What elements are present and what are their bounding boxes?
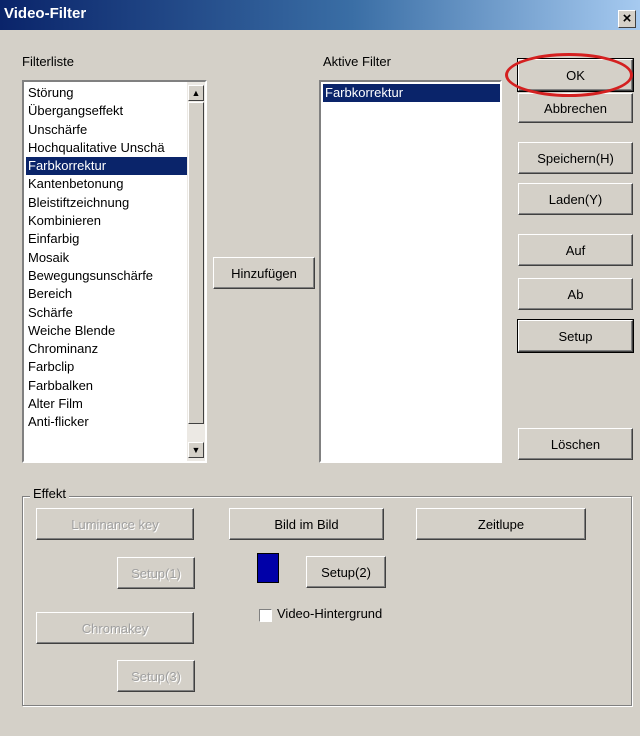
filter-list-item[interactable]: Farbclip [26,358,187,376]
move-up-button[interactable]: Auf [518,234,633,266]
filter-list-item[interactable]: Kombinieren [26,212,187,230]
setup2-button[interactable]: Setup(2) [306,556,386,588]
video-hintergrund-checkbox[interactable] [259,609,272,622]
filter-list-item[interactable]: Bereich [26,285,187,303]
video-hintergrund-label: Video-Hintergrund [277,606,383,621]
title-bar [0,0,640,30]
filter-list-item[interactable]: Störung [26,84,187,102]
scroll-down-icon[interactable]: ▼ [188,442,204,458]
filter-list-item[interactable]: Farbbalken [26,377,187,395]
filter-list-item[interactable]: Farbkorrektur [26,157,187,176]
save-button[interactable]: Speichern(H) [518,142,633,174]
bild-im-bild-button[interactable]: Bild im Bild [229,508,384,540]
filter-list-item[interactable]: Unschärfe [26,121,187,139]
add-filter-button[interactable]: Hinzufügen [213,257,315,289]
close-button[interactable]: × [618,10,636,28]
aktive-filter-label: Aktive Filter [323,54,391,69]
delete-button[interactable]: Löschen [518,428,633,460]
zeitlupe-button[interactable]: Zeitlupe [416,508,586,540]
filter-list-item[interactable]: Weiche Blende [26,322,187,340]
filter-list-item[interactable]: Chrominanz [26,340,187,358]
setup-button[interactable]: Setup [517,319,634,353]
cancel-button[interactable]: Abbrechen [518,93,633,123]
filter-list-scrollbar[interactable]: ▲ ▼ [187,82,205,461]
filter-list-item[interactable]: Mosaik [26,249,187,267]
filter-list-item[interactable]: Kantenbetonung [26,175,187,193]
luminance-key-button[interactable]: Luminance key [36,508,194,540]
chromakey-button[interactable]: Chromakey [36,612,194,644]
filter-list-item[interactable]: Einfarbig [26,230,187,248]
setup3-button[interactable]: Setup(3) [117,660,195,692]
filterliste-label: Filterliste [22,54,75,69]
filter-list-item[interactable]: Bleistiftzeichnung [26,194,187,212]
active-filter-list[interactable]: Farbkorrektur [319,80,502,463]
load-button[interactable]: Laden(Y) [518,183,633,215]
ok-button[interactable]: OK [517,58,634,92]
filter-list-item[interactable]: Anti-flicker [26,413,187,431]
filter-list[interactable]: Störung Übergangseffekt Unschärfe Hochquali… [22,80,207,463]
filter-list-item[interactable]: Übergangseffekt [26,102,187,120]
filter-list-item[interactable]: Alter Film [26,395,187,413]
filter-list-item[interactable]: Schärfe [26,304,187,322]
scroll-thumb[interactable] [188,102,204,424]
color-swatch[interactable] [257,553,279,583]
filter-list-item[interactable]: Hochqualitative Unschä [26,139,187,157]
setup1-button[interactable]: Setup(1) [117,557,195,589]
filter-list-item[interactable]: Bewegungsunschärfe [26,267,187,285]
scroll-up-icon[interactable]: ▲ [188,85,204,101]
window-title: Video-Filter [4,5,87,22]
move-down-button[interactable]: Ab [518,278,633,310]
effekt-group-label: Effekt [30,486,70,501]
active-filter-item[interactable]: Farbkorrektur [323,84,500,103]
